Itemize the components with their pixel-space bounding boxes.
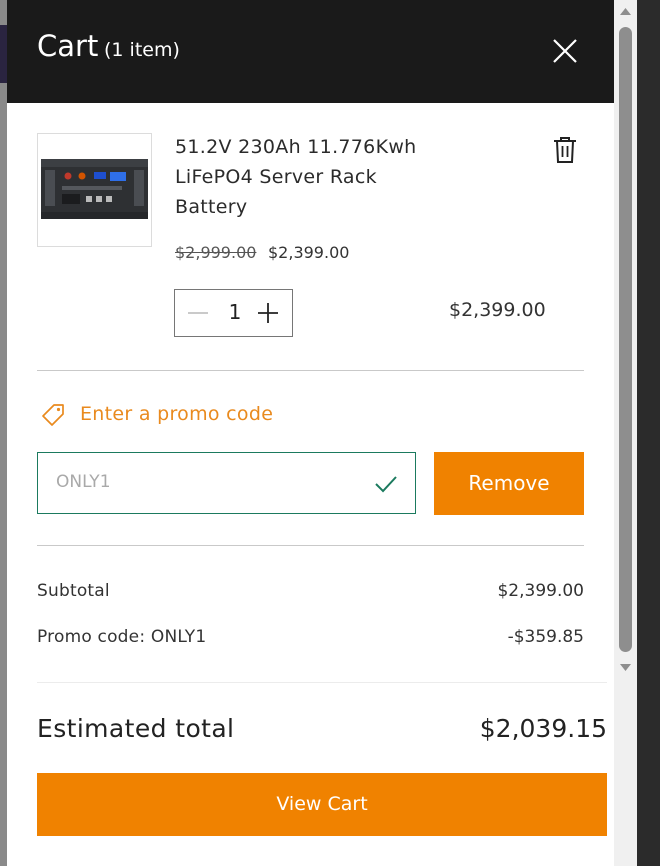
estimated-total-label: Estimated total <box>37 714 235 743</box>
line-total: $2,399.00 <box>449 299 546 321</box>
subtotal-value: $2,399.00 <box>497 581 584 601</box>
cart-item-count: (1 item) <box>104 39 180 61</box>
cart-header: Cart (1 item) <box>7 0 614 103</box>
divider <box>37 682 607 683</box>
scrollbar[interactable] <box>614 0 637 866</box>
product-image[interactable] <box>37 133 152 247</box>
close-icon <box>553 39 577 63</box>
decrease-quantity-button[interactable] <box>185 300 211 326</box>
product-name[interactable]: 51.2V 230Ah 11.776Kwh LiFePO4 Server Rac… <box>175 132 425 222</box>
minus-icon <box>188 312 208 314</box>
promo-code-input[interactable]: ONLY1 <box>37 452 416 514</box>
quantity-value[interactable]: 1 <box>226 300 244 324</box>
check-icon <box>375 476 397 493</box>
increase-quantity-button[interactable] <box>255 300 281 326</box>
scroll-up-arrow-icon[interactable] <box>618 5 633 17</box>
view-cart-button[interactable]: View Cart <box>37 773 607 836</box>
promo-discount-label: Promo code: ONLY1 <box>37 627 207 647</box>
divider <box>37 370 584 371</box>
remove-item-button[interactable] <box>552 135 578 165</box>
subtotal-label: Subtotal <box>37 581 110 601</box>
scroll-down-arrow-icon[interactable] <box>618 662 633 674</box>
close-button[interactable] <box>547 33 583 69</box>
promo-code-link-label: Enter a promo code <box>80 403 274 425</box>
plus-icon <box>258 303 278 323</box>
battery-rack-image <box>41 159 148 219</box>
tag-icon <box>42 404 64 426</box>
remove-promo-button[interactable]: Remove <box>434 452 584 515</box>
divider <box>37 545 584 546</box>
quantity-stepper: 1 <box>174 289 293 337</box>
promo-code-value: ONLY1 <box>56 472 111 492</box>
original-price: $2,999.00 <box>175 243 257 262</box>
cart-title: Cart <box>37 29 99 63</box>
cart-panel: Cart (1 item) 51.2V 230Ah 11.776Kwh LiFe… <box>7 0 614 866</box>
trash-icon <box>554 137 576 163</box>
sale-price: $2,399.00 <box>268 243 350 262</box>
page-backdrop-right <box>637 0 660 866</box>
promo-discount-value: -$359.85 <box>507 627 584 647</box>
estimated-total-value: $2,039.15 <box>479 714 607 743</box>
scrollbar-thumb[interactable] <box>619 27 632 652</box>
